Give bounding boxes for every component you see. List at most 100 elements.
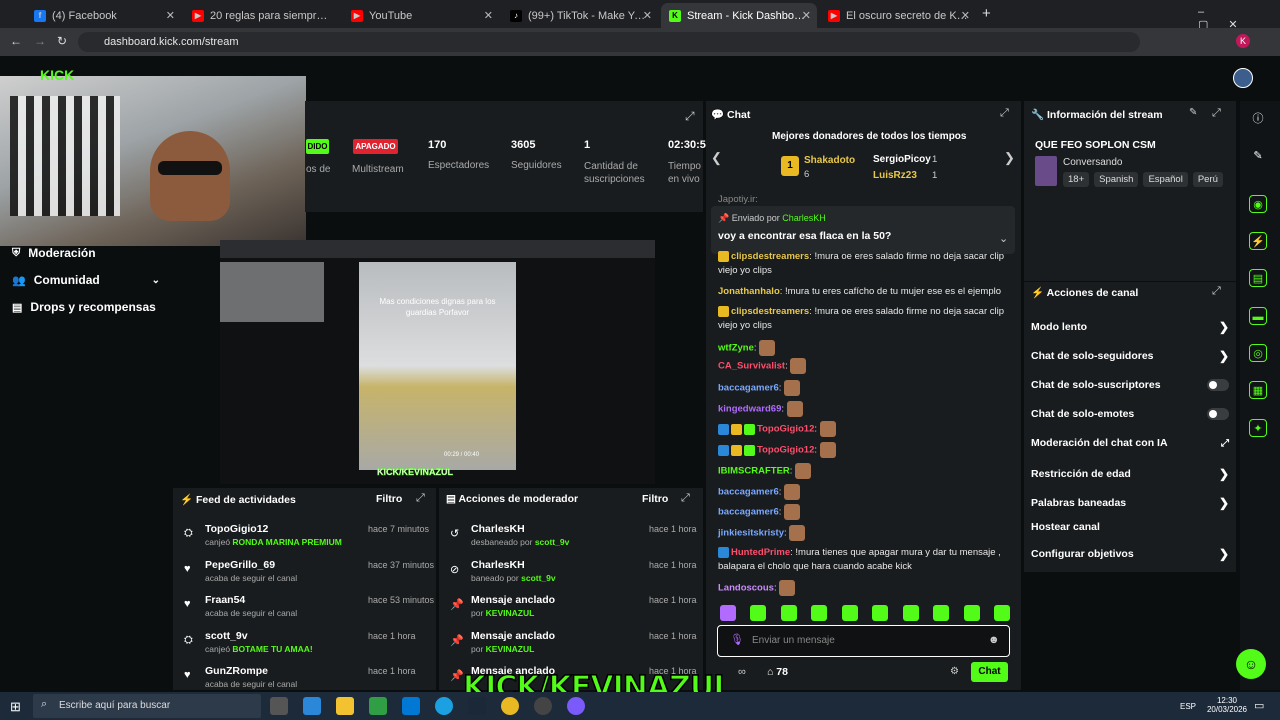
close-icon[interactable]: ✕ [961, 9, 970, 22]
help-chat-button[interactable]: ☺ [1236, 649, 1266, 679]
emote[interactable] [963, 605, 980, 621]
tab-kick-dashboard[interactable]: K Stream - Kick Dashboard ✕ [661, 3, 817, 28]
tag-chip[interactable]: 18+ [1063, 172, 1090, 187]
microphone-icon[interactable]: 🎙 [730, 633, 744, 646]
chat-username[interactable]: Landoscous [718, 583, 774, 594]
notification-icon[interactable]: ▭ [1254, 699, 1264, 712]
emote[interactable] [993, 605, 1010, 621]
camera-icon[interactable]: ◉ [1249, 195, 1267, 213]
chat-username[interactable]: kingedward69 [718, 404, 781, 415]
chrome-icon[interactable] [501, 697, 519, 715]
chat-username[interactable]: clipsdestreamers [731, 306, 809, 317]
tab-youtube[interactable]: ▶ YouTube ✕ [343, 3, 499, 28]
tag-chip[interactable]: Perú [1192, 172, 1223, 187]
expand-icon[interactable]: ⤢ [681, 492, 690, 505]
expand-icon[interactable]: ⤢ [1212, 107, 1221, 120]
list-icon[interactable]: ▤ [1249, 269, 1267, 287]
clock[interactable]: 12:30 20/03/2026 [1205, 696, 1249, 714]
chat-username[interactable]: TopoGigio12 [757, 445, 814, 456]
chevron-right-icon[interactable]: ❯ [1004, 150, 1015, 166]
url-input[interactable]: dashboard.kick.com/stream [78, 32, 1140, 52]
mail-icon[interactable] [402, 697, 420, 715]
chat-username[interactable]: baccagamer6 [718, 383, 779, 394]
task-view-icon[interactable] [270, 697, 288, 715]
obs-icon[interactable] [534, 697, 552, 715]
channel-action-row[interactable]: Chat de solo-seguidores ❯ [1031, 349, 1229, 363]
tag-chip[interactable]: Spanish [1094, 172, 1139, 187]
expand-icon[interactable]: ⤢ [416, 492, 425, 505]
taskbar-search[interactable]: ⌕ Escribe aquí para buscar [33, 694, 261, 718]
channel-action-row[interactable]: Moderación del chat con IA ⤢ [1031, 437, 1229, 449]
channel-action-row[interactable]: Modo lento ❯ [1031, 320, 1229, 334]
emote[interactable] [902, 605, 919, 621]
tab-reglas[interactable]: ▶ 20 reglas para siempre tener d [184, 3, 340, 28]
chat-username[interactable]: CA_Survivalist [718, 361, 785, 372]
chevron-left-icon[interactable]: ❮ [711, 150, 722, 166]
steam-icon[interactable] [468, 697, 486, 715]
close-icon[interactable]: ✕ [802, 9, 811, 22]
tab-facebook[interactable]: f (4) Facebook ✕ [26, 3, 181, 28]
reload-icon[interactable]: ↻ [57, 34, 67, 48]
chat-message[interactable]: baccagamer6: [718, 504, 1013, 520]
layout-icon[interactable]: ▦ [1249, 381, 1267, 399]
chat-message[interactable]: kingedward69: [718, 401, 1013, 417]
chat-message[interactable]: CA_Survivalist: [718, 358, 1013, 374]
tab-oscuro-secreto[interactable]: ▶ El oscuro secreto de KICK: Tú p ✕ [820, 3, 976, 28]
sidebar-item-moderacion[interactable]: ⛨ Moderación [12, 246, 96, 260]
store-icon[interactable] [369, 697, 387, 715]
profile-avatar[interactable]: K [1236, 34, 1250, 48]
activity-filter-button[interactable]: Filtro [376, 493, 402, 505]
chat-message[interactable]: clipsdestreamers: !mura oe eres salado f… [718, 250, 1013, 278]
channel-action-row[interactable]: Chat de solo-emotes [1031, 408, 1229, 420]
close-icon[interactable]: ✕ [166, 9, 175, 22]
emote[interactable] [933, 605, 950, 621]
chat-input[interactable]: Enviar un mensaje [752, 635, 835, 646]
chat-username[interactable]: Jonathanhalo [718, 286, 780, 297]
chevron-down-icon[interactable]: ⌄ [999, 232, 1008, 245]
lightning-icon[interactable]: ⚡ [1249, 232, 1267, 250]
channel-action-row[interactable]: Hostear canal [1031, 521, 1229, 533]
chat-username[interactable]: clipsdestreamers [731, 251, 809, 262]
pencil-icon[interactable]: ✎ [1189, 107, 1197, 118]
channel-action-row[interactable]: Configurar objetivos ❯ [1031, 547, 1229, 561]
copilot-icon[interactable] [303, 697, 321, 715]
chat-message[interactable]: clipsdestreamers: !mura oe eres salado f… [718, 305, 1013, 333]
mod-filter-button[interactable]: Filtro [642, 493, 668, 505]
chat-message[interactable]: TopoGigio12: [718, 442, 1013, 458]
emote[interactable] [811, 605, 828, 621]
file-explorer-icon[interactable] [336, 697, 354, 715]
tag-chip[interactable]: Español [1143, 172, 1188, 187]
channel-action-row[interactable]: Palabras baneadas ❯ [1031, 496, 1229, 510]
points-display[interactable]: ⌂ 78 [767, 666, 788, 678]
chat-message[interactable]: Jonathanhalo: !mura tu eres cafícho de t… [718, 285, 1013, 299]
channel-action-row[interactable]: Chat de solo-suscriptores [1031, 379, 1229, 391]
windows-start-icon[interactable]: ⊞ [10, 699, 21, 715]
sidebar-item-drops[interactable]: ▤ Drops y recompensas [12, 300, 156, 314]
info-icon[interactable]: ⓘ [1249, 110, 1267, 128]
close-icon[interactable]: ✕ [643, 9, 652, 22]
edge-icon[interactable] [435, 697, 453, 715]
chat-username[interactable]: TopoGigio12 [757, 424, 814, 435]
new-tab-button[interactable]: + [982, 5, 991, 22]
chat-message[interactable]: baccagamer6: [718, 380, 1013, 396]
discord-icon[interactable] [567, 697, 585, 715]
chat-username[interactable]: baccagamer6 [718, 487, 779, 498]
emote[interactable] [720, 605, 736, 621]
chat-message[interactable]: TopoGigio12: [718, 421, 1013, 437]
chat-username[interactable]: wtfZyne [718, 343, 754, 354]
close-icon[interactable]: ✕ [484, 9, 493, 22]
send-chat-button[interactable]: Chat [971, 662, 1008, 682]
back-icon[interactable]: ← [10, 34, 22, 48]
toggle-switch[interactable] [1207, 379, 1229, 391]
emoji-icon[interactable]: ☻ [988, 634, 1000, 646]
broadcast-icon[interactable]: ◎ [1249, 344, 1267, 362]
expand-icon[interactable]: ⤢ [1000, 107, 1009, 120]
forward-icon[interactable]: → [34, 34, 46, 48]
chat-message[interactable]: HuntedPrime: !mura tienes que apagar mur… [718, 546, 1013, 574]
chat-message[interactable]: Landoscous: [718, 580, 1013, 596]
pinned-message[interactable]: 📌 Enviado por CharlesKH voy a encontrar … [711, 206, 1015, 254]
chat-username[interactable]: IBIMSCRAFTER [718, 466, 790, 477]
channel-action-row[interactable]: Restricción de edad ❯ [1031, 467, 1229, 481]
pencil-icon[interactable]: ✎ [1249, 147, 1267, 165]
sidebar-item-comunidad[interactable]: 👥 Comunidad ⌄ [12, 273, 160, 287]
